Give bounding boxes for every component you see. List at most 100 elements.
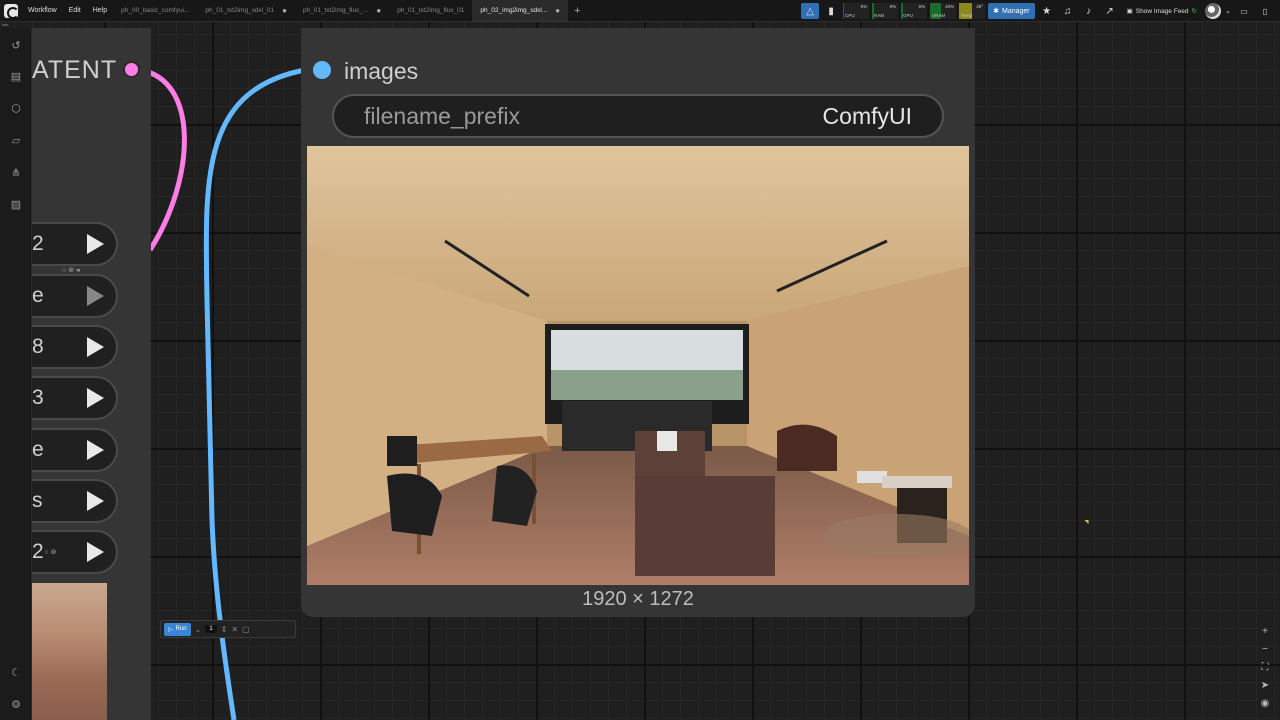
ram-meter: RAM 8% <box>872 3 899 19</box>
comfyui-logo-icon[interactable] <box>4 3 19 19</box>
output-image-preview[interactable] <box>307 146 969 585</box>
interior-photo <box>307 146 969 585</box>
menu-help[interactable]: Help <box>87 7 113 14</box>
run-label: Run <box>175 626 187 632</box>
manager-label: Manager <box>1001 7 1030 15</box>
workflow-tab[interactable]: ph_01_txt2img_flux_... ● <box>295 0 389 22</box>
left-sidebar: ↺ ▤ ⬡ ▱ ⋔ ▨ ☾ ⚙ <box>0 28 32 720</box>
workflow-tab-active[interactable]: ph_02_img2img_sdxl... ● <box>472 0 569 22</box>
toolbar-right: △ ▮ CPU 5% RAM 8% GPU 6% VRAM 40% Temp 49° ✱ M… <box>801 0 1280 22</box>
filename-prefix-field[interactable]: filename_prefix ComfyUI <box>332 94 944 138</box>
tab-label: ph_02_img2img_sdxl... <box>480 6 548 14</box>
meter-label: Temp <box>961 13 973 18</box>
zoom-in-icon[interactable]: + <box>1262 624 1268 638</box>
widget-value: s <box>32 489 43 512</box>
meter-label: VRAM <box>932 13 946 18</box>
increment-arrow-icon[interactable] <box>87 388 104 408</box>
tab-close-icon[interactable]: ● <box>282 6 287 15</box>
meter-value: 40% <box>945 4 955 9</box>
image-gallery-icon[interactable]: ▨ <box>8 197 24 211</box>
widget-sampler[interactable]: e <box>32 428 118 472</box>
window-icon[interactable]: ▯ <box>1256 3 1274 19</box>
widget-value: 8 <box>32 335 44 358</box>
menu-workflow[interactable]: Workflow <box>22 7 63 14</box>
preview-thumbnail <box>32 583 107 720</box>
queue-icon[interactable]: ▤ <box>8 69 24 83</box>
increment-arrow-icon[interactable] <box>87 286 104 306</box>
workflow-tab[interactable]: ph_01_txt2img_flux_01 <box>389 0 472 22</box>
stepper-icon[interactable]: ⇕ <box>221 625 228 634</box>
run-toolbar: ▷ Run ⌄ 1 ⇕ ✕ ▢ <box>160 620 296 638</box>
widget-value: 2 <box>32 540 44 563</box>
zoom-out-icon[interactable]: − <box>1262 642 1268 656</box>
fit-view-icon[interactable]: ⛶ <box>1262 660 1269 674</box>
widget-value: e <box>32 284 44 307</box>
panel-toggle-icon[interactable]: ▭ <box>1235 3 1253 19</box>
filename-prefix-key: filename_prefix <box>364 102 520 129</box>
manager-button[interactable]: ✱ Manager <box>988 3 1035 19</box>
images-input-slot[interactable] <box>313 61 331 79</box>
tab-label: ph_00_basic_comfyui... <box>121 7 190 14</box>
triangle-icon[interactable]: △ <box>801 3 820 19</box>
theme-moon-icon[interactable]: ☾ <box>8 665 24 679</box>
meter-value: 8% <box>889 4 897 9</box>
widget-denoise[interactable]: 2 ○ ⊚ <box>32 530 118 574</box>
run-button[interactable]: ▷ Run <box>164 622 191 636</box>
run-options-chevron-icon[interactable]: ⌄ <box>195 625 202 634</box>
star-icon[interactable]: ★ <box>1038 3 1056 19</box>
widget-value: 3 <box>32 386 44 409</box>
meter-label: CPU <box>845 13 855 18</box>
latent-output-slot[interactable] <box>123 61 140 78</box>
tab-label: ph_01_txt2img_sdxl_01 <box>205 7 275 14</box>
widget-value: e <box>32 438 44 461</box>
increment-arrow-icon[interactable] <box>87 337 104 357</box>
tab-close-icon[interactable]: ● <box>376 6 381 15</box>
meter-value: 6% <box>918 4 926 9</box>
temp-meter: Temp 49° <box>959 3 986 19</box>
run-count-input[interactable]: 1 <box>205 625 217 633</box>
show-image-feed-button[interactable]: ▣ Show Image Feed ↻ <box>1122 7 1202 16</box>
select-mode-icon[interactable]: ➤ <box>1261 678 1269 692</box>
visibility-eye-icon[interactable]: ◉ <box>1261 696 1270 710</box>
tab-label: ph_01_txt2img_flux_... <box>302 7 369 14</box>
model-tree-icon[interactable]: ⋔ <box>8 165 24 179</box>
play-icon: ▷ <box>168 626 173 633</box>
history-icon[interactable]: ↺ <box>8 38 24 52</box>
bell-alt-icon[interactable]: ♪ <box>1080 3 1098 19</box>
bell-icon[interactable]: ♫ <box>1059 3 1077 19</box>
top-menu-bar: Workflow Edit Help ph_00_basic_comfyui..… <box>0 0 1280 22</box>
cpu-meter: CPU 5% <box>843 3 870 19</box>
workflow-tab[interactable]: ph_00_basic_comfyui... <box>113 0 197 22</box>
widget-value: 2 <box>32 232 44 255</box>
increment-arrow-icon[interactable] <box>87 491 104 511</box>
image-dimensions: 1920 × 1272 <box>582 588 694 610</box>
widget-options-icon[interactable]: ○ ⊚ ◂ <box>62 266 80 274</box>
increment-arrow-icon[interactable] <box>87 234 104 254</box>
add-tab-icon[interactable]: + <box>568 5 586 17</box>
chevron-down-icon[interactable]: ⌄ <box>1224 3 1232 19</box>
increment-arrow-icon[interactable] <box>87 440 104 460</box>
widget-options-icon[interactable]: ○ ⊚ <box>44 548 56 556</box>
puzzle-icon: ✱ <box>993 8 999 15</box>
avatar[interactable] <box>1205 3 1221 19</box>
widget-steps[interactable]: 8 <box>32 325 118 369</box>
save-image-node[interactable]: images filename_prefix ComfyUI 1920 × 12… <box>301 28 975 617</box>
meter-value: 5% <box>860 4 868 9</box>
widget-control[interactable]: e <box>32 274 118 318</box>
folder-icon[interactable]: ▱ <box>8 133 24 147</box>
tab-close-icon[interactable]: ● <box>555 6 560 15</box>
show-image-feed-label: Show Image Feed <box>1135 7 1189 15</box>
settings-gear-icon[interactable]: ⚙ <box>8 697 24 711</box>
node-library-icon[interactable]: ⬡ <box>8 101 24 115</box>
workflow-tab[interactable]: ph_01_txt2img_sdxl_01 ● <box>197 0 295 22</box>
stop-icon[interactable]: ▢ <box>242 625 250 634</box>
widget-scheduler[interactable]: s <box>32 479 118 523</box>
increment-arrow-icon[interactable] <box>86 542 104 562</box>
bookmark-icon[interactable]: ▮ <box>822 3 840 19</box>
menu-edit[interactable]: Edit <box>63 7 87 14</box>
widget-cfg[interactable]: 3 <box>32 376 118 420</box>
share-icon[interactable]: ↗ <box>1101 3 1119 19</box>
widget-seed[interactable]: 2 <box>32 222 118 266</box>
cancel-icon[interactable]: ✕ <box>231 625 238 634</box>
ksampler-node[interactable]: ATENT 2 ○ ⊚ ◂ e 8 3 e s 2 ○ ⊚ <box>32 28 151 720</box>
